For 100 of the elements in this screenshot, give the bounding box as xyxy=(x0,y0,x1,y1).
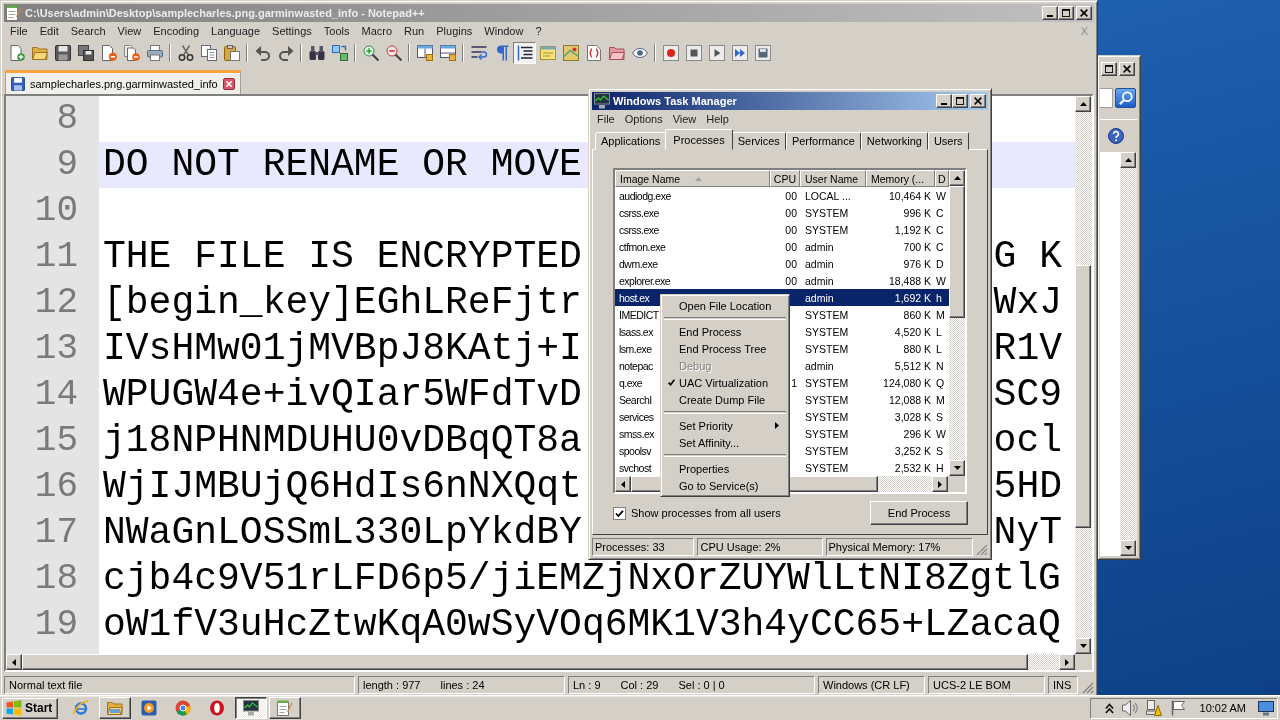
column-header[interactable]: User Name xyxy=(800,170,866,187)
menu-item[interactable]: Edit xyxy=(33,25,65,37)
maximize-button[interactable] xyxy=(1101,62,1117,76)
checkbox-label[interactable]: Show processes from all users xyxy=(631,507,781,519)
triangle-left-icon xyxy=(621,480,625,488)
vertical-scrollbar[interactable] xyxy=(949,170,965,476)
scroll-right-button[interactable] xyxy=(932,476,948,492)
menu-item[interactable]: Encoding xyxy=(147,25,206,37)
end-process-button[interactable]: End Process xyxy=(870,501,968,525)
search-field[interactable] xyxy=(1100,88,1113,108)
tab[interactable]: Services xyxy=(731,132,786,150)
table-cell-text: admin xyxy=(804,359,834,372)
triangle-up-icon xyxy=(1124,158,1132,162)
menu-item[interactable]: Set Priority xyxy=(663,417,787,434)
flag-icon[interactable] xyxy=(1169,700,1186,716)
menu-item[interactable]: Options xyxy=(619,112,668,125)
table-cell-text: dwm.exe xyxy=(618,257,658,270)
menu-item[interactable]: Create Dump File xyxy=(663,391,787,408)
tab[interactable]: Performance xyxy=(785,132,861,150)
table-cell-text: 296 K xyxy=(903,427,932,440)
scroll-left-button[interactable] xyxy=(615,476,631,492)
scroll-up-button[interactable] xyxy=(1075,96,1091,112)
monitor-icon[interactable] xyxy=(1258,700,1274,716)
table-cell-text: 996 K xyxy=(903,206,932,219)
column-header[interactable]: Image Name xyxy=(615,170,770,187)
help-icon[interactable] xyxy=(1108,128,1124,144)
code-text: cjb4c9V51rLFD6p5/jiEMZjNxOrZUYWlLtNI8ZgtlG xyxy=(103,559,1061,599)
table-cell: C xyxy=(935,206,944,219)
menu-item[interactable]: Plugins xyxy=(430,25,479,37)
scroll-up-button[interactable] xyxy=(1120,152,1136,168)
minimize-button[interactable] xyxy=(936,94,952,108)
resize-grip-icon[interactable] xyxy=(976,544,988,556)
start-button[interactable]: Start xyxy=(2,697,59,719)
menu-item[interactable]: Macro xyxy=(355,25,399,37)
menu-item[interactable]: End Process Tree xyxy=(663,340,787,357)
submenu-arrow-icon xyxy=(775,422,779,429)
scroll-left-button[interactable] xyxy=(6,654,22,670)
table-cell-text: 18,488 K xyxy=(888,274,932,287)
code-text: j18NPHNMDUHU0vDBqQT8a xyxy=(103,421,582,461)
computer-warning-icon[interactable] xyxy=(1145,700,1162,716)
tab[interactable]: Processes xyxy=(665,129,733,150)
code-text: G K xyxy=(993,237,1062,277)
folder-icon xyxy=(107,700,124,716)
vertical-scrollbar[interactable] xyxy=(1075,96,1092,654)
menu-item[interactable]: Settings xyxy=(266,25,318,37)
menu-item[interactable]: Run xyxy=(398,25,431,37)
indent-guide-button[interactable] xyxy=(513,42,536,64)
menu-item[interactable]: UAC Virtualization xyxy=(663,374,787,391)
tab[interactable]: Networking xyxy=(860,132,928,150)
menu-item[interactable]: End Process xyxy=(663,323,787,340)
menu-item[interactable]: Help xyxy=(701,112,734,125)
speaker-icon[interactable] xyxy=(1121,700,1138,716)
scroll-right-button[interactable] xyxy=(1059,654,1075,670)
vertical-scrollbar[interactable] xyxy=(1120,152,1137,556)
search-button[interactable] xyxy=(1115,88,1136,108)
tab[interactable]: Applications xyxy=(595,132,667,150)
menu-item[interactable]: ? xyxy=(529,25,548,37)
menu-item[interactable]: Window xyxy=(478,25,530,37)
column-header[interactable]: D xyxy=(935,170,949,187)
menu-item[interactable]: Go to Service(s) xyxy=(663,477,787,494)
scrollbar-thumb[interactable] xyxy=(1075,264,1091,528)
close-button[interactable] xyxy=(970,94,986,108)
resize-grip-icon[interactable] xyxy=(1082,682,1094,694)
double-chevron-icon[interactable] xyxy=(1104,702,1114,714)
menu-item[interactable]: Set Affinity... xyxy=(663,434,787,451)
close-icon[interactable] xyxy=(222,77,235,90)
scroll-up-button[interactable] xyxy=(949,170,965,186)
scroll-down-button[interactable] xyxy=(1120,540,1136,556)
menu-item[interactable]: File xyxy=(592,112,620,125)
column-header[interactable]: CPU xyxy=(770,170,800,187)
menu-item[interactable]: View xyxy=(111,25,148,37)
taskbar-button[interactable] xyxy=(235,697,268,719)
status-text: UCS-2 LE BOM xyxy=(933,679,1011,691)
menu-item[interactable]: Tools xyxy=(317,25,356,37)
maximize-button[interactable] xyxy=(1058,6,1074,20)
close-button[interactable] xyxy=(1119,62,1135,76)
search-icon xyxy=(1118,91,1133,105)
menu-item[interactable]: File xyxy=(4,25,34,37)
file-tab[interactable]: samplecharles.png.garminwasted_info xyxy=(5,70,241,94)
maximize-button[interactable] xyxy=(952,94,968,108)
table-cell-text: smss.ex xyxy=(618,427,654,440)
tab[interactable]: Users xyxy=(927,132,969,150)
scrollbar-thumb[interactable] xyxy=(949,186,965,318)
menu-item[interactable]: Search xyxy=(64,25,112,37)
triangle-up-icon xyxy=(1079,102,1087,106)
menu-item[interactable]: Open File Location xyxy=(663,297,787,314)
close-button[interactable] xyxy=(1076,6,1092,20)
table-cell-text: 00 xyxy=(785,240,798,253)
checkbox[interactable] xyxy=(613,506,626,520)
menu-item[interactable]: Properties xyxy=(663,460,787,477)
column-header[interactable]: Memory (... xyxy=(866,170,935,187)
menu-item[interactable]: View xyxy=(667,112,702,125)
scroll-down-button[interactable] xyxy=(949,460,965,476)
map-icon xyxy=(562,45,579,61)
table-cell-text: services xyxy=(618,410,654,423)
menu-item[interactable]: Language xyxy=(205,25,267,37)
clock[interactable]: 10:02 AM xyxy=(1199,702,1246,714)
scroll-down-button[interactable] xyxy=(1075,638,1091,654)
minimize-button[interactable] xyxy=(1042,6,1058,20)
table-cell: W xyxy=(935,189,946,202)
